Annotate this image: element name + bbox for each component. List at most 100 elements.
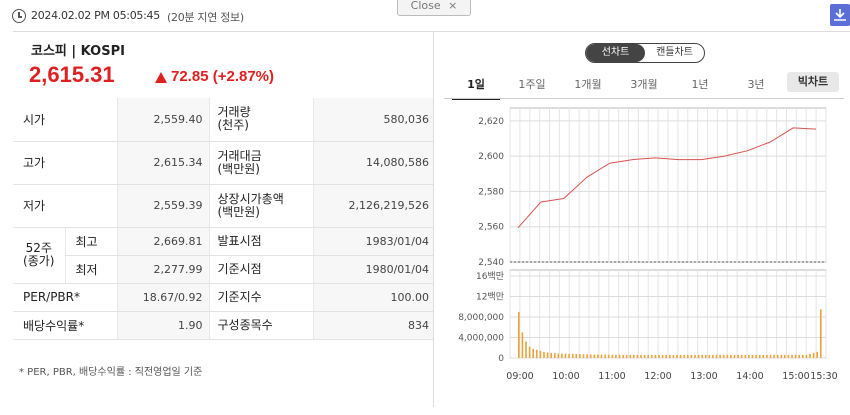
- close-button[interactable]: Close ×: [397, 0, 471, 16]
- volume-y-tick-label: 0: [498, 354, 504, 364]
- price-series: [517, 127, 817, 229]
- volume-bar: [604, 354, 606, 358]
- up-arrow-icon: [155, 72, 167, 83]
- low-label: 저가: [13, 184, 117, 228]
- volume-grid: [509, 269, 827, 359]
- volume-bar: [737, 354, 739, 358]
- index-value: 2,615.31: [29, 62, 115, 87]
- volume-bar: [571, 353, 574, 358]
- volume-bar: [672, 354, 675, 358]
- volume-bar: [820, 309, 822, 358]
- volume-bar: [683, 354, 685, 358]
- volume-bar: [766, 354, 768, 358]
- volume-bar: [654, 354, 657, 358]
- volume-bar: [758, 354, 761, 358]
- volume-bar: [607, 354, 610, 358]
- volume-bar: [579, 354, 581, 358]
- volume-bar: [618, 354, 621, 358]
- volume-bar: [589, 354, 592, 358]
- volume-bar: [665, 354, 667, 358]
- volume-bar: [730, 354, 732, 358]
- volume-bar: [715, 354, 718, 358]
- table-row: 저가 2,559.39 상장시가총액 (백만원) 2,126,219,526: [13, 184, 433, 228]
- price-y-tick-label: 2,600: [478, 152, 504, 162]
- volume-bar: [769, 354, 772, 358]
- table-row: 52주 (종가) 최고 2,669.81 발표시점 1983/01/04: [13, 227, 433, 284]
- volume-bar: [575, 354, 578, 358]
- volume-bar: [622, 354, 624, 358]
- x-tick-label: 15:30: [810, 371, 837, 382]
- clock-icon: [12, 9, 26, 23]
- volume-bar: [532, 348, 534, 358]
- x-tick-label: 13:00: [690, 371, 717, 382]
- week52-label: 52주 (종가): [13, 227, 65, 284]
- volume-bar: [561, 353, 563, 358]
- timestamp: 2024.02.02 PM 05:05:45: [31, 9, 160, 22]
- volume-bar: [722, 354, 725, 358]
- high-value: 2,615.34: [116, 141, 209, 185]
- price-grid: [509, 107, 827, 263]
- volume-bar: [701, 354, 703, 358]
- volume-bar: [597, 354, 599, 358]
- volume-y-tick-label: 4,000,000: [458, 334, 504, 344]
- volume-bar: [676, 354, 678, 358]
- volume-bar: [780, 354, 783, 358]
- volume-value: 580,036: [312, 98, 433, 142]
- volume-bar: [528, 346, 531, 358]
- amount-value: 14,080,586: [312, 141, 433, 185]
- base-index-label: 기준지수: [208, 283, 313, 312]
- amount-label: 거래대금 (백만원): [208, 141, 313, 185]
- volume-bar: [690, 354, 693, 358]
- price-line: [517, 127, 817, 229]
- change-points: 72.85: [171, 68, 209, 85]
- base-time-label: 기준시점: [208, 255, 313, 284]
- low-value: 2,559.39: [116, 184, 209, 228]
- volume-bar: [812, 352, 815, 358]
- volume-bar: [773, 354, 775, 358]
- table-row: 시가 2,559.40 거래량 (천주) 580,036: [13, 98, 433, 142]
- index-summary-panel: 코스피 | KOSPI 2,615.31 72.85 (+2.87%) 시가 2…: [13, 31, 433, 407]
- index-name: 코스피 | KOSPI: [31, 44, 125, 59]
- volume-bar: [568, 353, 570, 358]
- announce-label: 발표시점: [208, 227, 313, 256]
- index-change: 72.85 (+2.87%): [171, 68, 274, 85]
- volume-bar: [546, 352, 549, 358]
- volume-bar: [755, 354, 757, 358]
- time-x-axis: 09:00 10:00 11:00 12:00 13:00 14:00 15:00 15:30: [506, 371, 837, 382]
- volume-bar: [740, 354, 743, 358]
- close-label: Close: [410, 0, 441, 12]
- volume-bar: [651, 354, 653, 358]
- volume-bar: [543, 351, 545, 358]
- announce-value: 1983/01/04: [312, 227, 433, 256]
- volume-bar: [640, 354, 642, 358]
- mcap-value: 2,126,219,526: [312, 184, 433, 228]
- volume-y-axis: 0 4,000,000 8,000,000 12백만 16백만: [458, 271, 504, 364]
- volume-bar: [600, 354, 603, 358]
- delay-note: (20분 지연 정보): [167, 11, 244, 24]
- volume-bar: [726, 354, 729, 358]
- volume-bar: [816, 351, 818, 358]
- chart-panel: 선차트 캔들차트 1일 1주일 1개월 3개월 1년 3년 빅차트 2,540 2…: [434, 31, 850, 407]
- mcap-label: 상장시가총액 (백만원): [208, 184, 313, 228]
- volume-y-tick-label: 12백만: [476, 292, 504, 303]
- x-tick-label: 10:00: [552, 371, 579, 382]
- volume-bar: [762, 354, 765, 358]
- table-row: 배당수익률* 1.90 구성종목수 834: [13, 311, 433, 340]
- x-tick-label: 15:00: [782, 371, 809, 382]
- volume-bar: [712, 354, 714, 358]
- download-button[interactable]: [830, 4, 850, 26]
- x-tick-label: 14:00: [736, 371, 763, 382]
- volume-bar: [751, 354, 754, 358]
- volume-bar: [615, 354, 617, 358]
- volume-bar: [593, 354, 596, 358]
- volume-bar: [733, 354, 736, 358]
- w52-high-label: 최고: [64, 227, 117, 256]
- volume-bar: [518, 311, 520, 358]
- table-row: 최저 2,277.99 기준시점 1980/01/04: [13, 255, 433, 284]
- download-icon: [834, 9, 846, 21]
- x-tick-label: 11:00: [598, 371, 625, 382]
- volume-bar: [669, 354, 671, 358]
- volume-bar: [798, 354, 800, 358]
- change-percent: (+2.87%): [212, 68, 275, 85]
- volume-label: 거래량 (천주): [208, 98, 313, 142]
